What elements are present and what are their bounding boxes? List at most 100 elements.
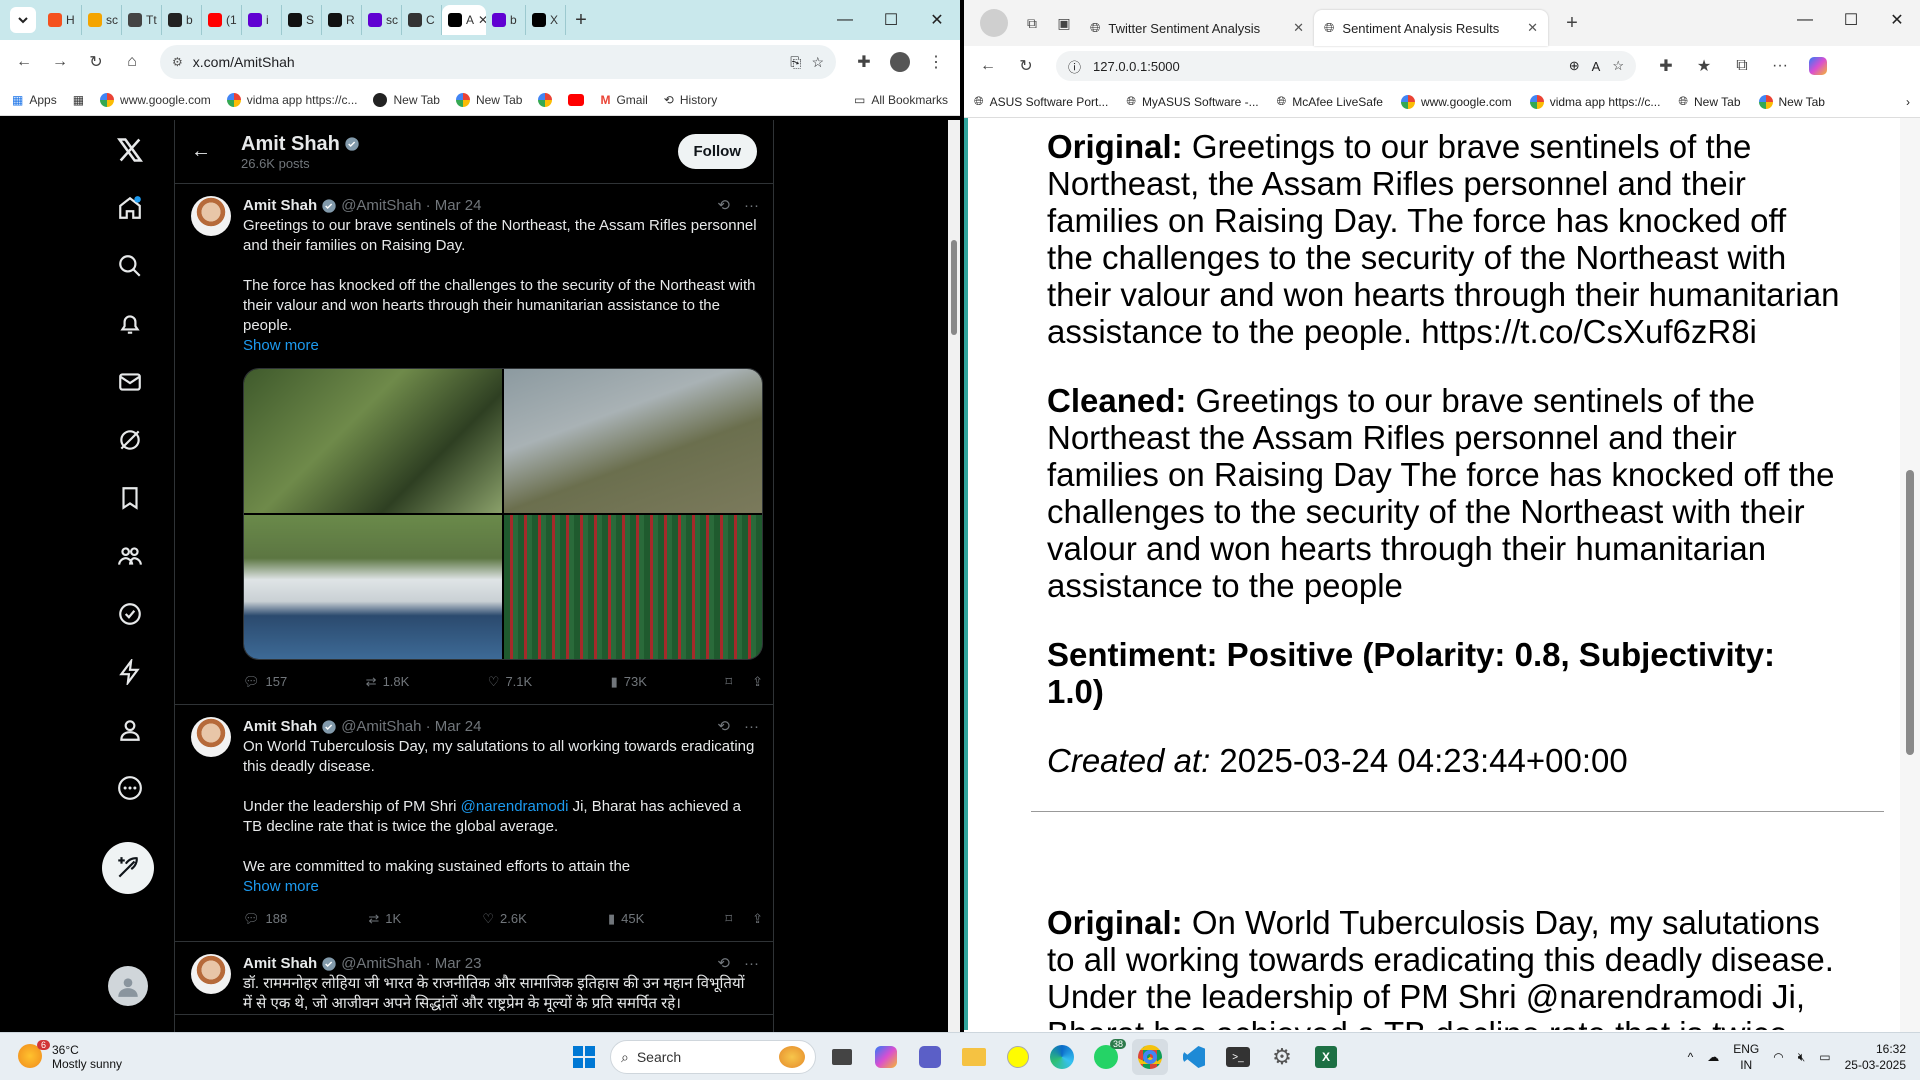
- mention-link[interactable]: @narendramodi: [461, 798, 569, 815]
- close-button[interactable]: ✕: [1874, 0, 1920, 40]
- reply-button[interactable]: 💬︎ 157: [243, 672, 287, 692]
- favorite-newtab-2[interactable]: New Tab: [1758, 94, 1825, 109]
- terminal-icon[interactable]: >_: [1220, 1039, 1256, 1075]
- language-indicator[interactable]: ENG IN: [1733, 1041, 1759, 1073]
- profile-icon[interactable]: [112, 712, 148, 748]
- zoom-icon[interactable]: ⊕: [1569, 58, 1580, 74]
- browser-tab[interactable]: A ✕: [442, 5, 486, 35]
- share-icon[interactable]: ⇪: [752, 909, 763, 929]
- tweet[interactable]: ⟲ ··· Amit Shah @AmitShah · Mar 24 Greeti…: [175, 184, 773, 705]
- browser-tab[interactable]: S: [282, 5, 322, 35]
- communities-icon[interactable]: [112, 538, 148, 574]
- page-scrollbar[interactable]: [948, 120, 960, 1032]
- x-logo-icon[interactable]: [112, 132, 148, 168]
- forward-button[interactable]: →: [44, 46, 76, 78]
- grok-icon[interactable]: ⟲: [717, 954, 730, 974]
- browser-tab[interactable]: (1: [202, 5, 242, 35]
- media-photo-urban[interactable]: [504, 369, 762, 513]
- verified-orgs-icon[interactable]: [112, 596, 148, 632]
- favorite-asus-software[interactable]: 🌐︎ ASUS Software Port...: [974, 94, 1108, 109]
- follow-button[interactable]: Follow: [677, 134, 757, 169]
- avatar[interactable]: [191, 196, 231, 236]
- tweet[interactable]: ⟲ ··· Amit Shah @AmitShah · Mar 24 On Wor…: [175, 705, 773, 942]
- share-icon[interactable]: ⇪: [752, 672, 763, 692]
- site-info-icon[interactable]: ⚙: [172, 55, 183, 69]
- bookmark-newtab-2[interactable]: New Tab: [455, 92, 522, 107]
- bookmark-icon[interactable]: ⌑: [725, 672, 732, 692]
- favorite-star-icon[interactable]: ☆: [1612, 58, 1624, 74]
- back-button[interactable]: ←: [8, 46, 40, 78]
- browser-tab[interactable]: X: [526, 5, 566, 35]
- bookmark-newtab-1[interactable]: New Tab: [373, 92, 440, 107]
- favorite-myasus[interactable]: 🌐︎ MyASUS Software -...: [1126, 94, 1258, 109]
- vscode-icon[interactable]: [1176, 1039, 1212, 1075]
- views-button[interactable]: ▮ 73K: [611, 672, 647, 692]
- tweet[interactable]: ⟲ ··· Amit Shah @AmitShah · Mar 23 डॉ. रा…: [175, 942, 773, 1015]
- author-handle-date[interactable]: @AmitShah · Mar 23: [341, 954, 481, 974]
- scrollbar-thumb[interactable]: [951, 240, 957, 335]
- tab-twitter-sentiment[interactable]: 🌐︎ Twitter Sentiment Analysis ✕: [1080, 10, 1314, 46]
- refresh-button[interactable]: ↻: [1010, 50, 1042, 82]
- favorite-newtab-1[interactable]: 🌐︎ New Tab: [1678, 94, 1740, 109]
- address-bar[interactable]: ⓘ 127.0.0.1:5000 ⊕ A ☆: [1056, 51, 1636, 81]
- bookmark-google[interactable]: www.google.com: [100, 92, 211, 107]
- profile-avatar[interactable]: [884, 46, 916, 78]
- more-icon[interactable]: [112, 770, 148, 806]
- page-scrollbar[interactable]: [1900, 118, 1920, 1032]
- bookmarks-icon[interactable]: [112, 480, 148, 516]
- snapchat-icon[interactable]: [1000, 1039, 1036, 1075]
- views-button[interactable]: ▮ 45K: [608, 909, 644, 929]
- task-view-icon[interactable]: [824, 1039, 860, 1075]
- browser-tab[interactable]: b: [162, 5, 202, 35]
- excel-icon[interactable]: X: [1308, 1039, 1344, 1075]
- favorite-mcafee[interactable]: 🌐︎ McAfee LiveSafe: [1277, 94, 1383, 109]
- extensions-icon[interactable]: ✚: [848, 46, 880, 78]
- avatar[interactable]: [191, 954, 231, 994]
- settings-icon[interactable]: ⚙: [1264, 1039, 1300, 1075]
- file-explorer-icon[interactable]: [956, 1039, 992, 1075]
- onedrive-icon[interactable]: ☁: [1707, 1050, 1719, 1064]
- browser-tab[interactable]: R: [322, 5, 362, 35]
- more-options-icon[interactable]: ···: [744, 954, 759, 974]
- copilot-icon[interactable]: [1802, 50, 1834, 82]
- read-aloud-icon[interactable]: A: [1592, 59, 1601, 74]
- bookmark-history[interactable]: ⟲ History: [664, 93, 717, 107]
- profile-avatar[interactable]: [980, 9, 1008, 37]
- edge-icon[interactable]: [1044, 1039, 1080, 1075]
- minimize-button[interactable]: —: [822, 0, 868, 40]
- tweet-media-grid[interactable]: [243, 368, 763, 660]
- browser-tab[interactable]: C: [402, 5, 442, 35]
- chrome-icon[interactable]: [1132, 1039, 1168, 1075]
- chevron-up-icon[interactable]: ^: [1688, 1050, 1694, 1064]
- speaker-muted-icon[interactable]: 🔇︎: [1798, 1050, 1806, 1065]
- workspaces-icon[interactable]: ⧉: [1016, 7, 1048, 39]
- tab-sentiment-results[interactable]: 🌐︎ Sentiment Analysis Results ✕: [1314, 10, 1548, 46]
- weather-widget[interactable]: 6 36°C Mostly sunny: [0, 1039, 300, 1071]
- author-handle-date[interactable]: @AmitShah · Mar 24: [341, 196, 481, 216]
- favorites-icon[interactable]: ★: [1688, 50, 1720, 82]
- close-tab-icon[interactable]: ✕: [478, 13, 486, 27]
- wifi-icon[interactable]: ◠: [1773, 1050, 1783, 1064]
- minimize-button[interactable]: —: [1782, 0, 1828, 40]
- bookmark-gmail[interactable]: M Gmail: [600, 93, 647, 107]
- favorite-google[interactable]: www.google.com: [1400, 94, 1512, 109]
- bookmark-apps[interactable]: ▦ Apps: [12, 93, 57, 107]
- media-photo-parade[interactable]: [504, 515, 762, 659]
- copilot-icon[interactable]: [868, 1039, 904, 1075]
- grok-icon[interactable]: ⟲: [717, 196, 730, 216]
- repost-button[interactable]: ⇄ 1K: [368, 909, 401, 929]
- lightning-icon[interactable]: [112, 654, 148, 690]
- extensions-icon[interactable]: ✚: [1650, 50, 1682, 82]
- reload-button[interactable]: ↻: [80, 46, 112, 78]
- menu-icon[interactable]: ···: [1764, 50, 1796, 82]
- taskbar-search[interactable]: ⌕ Search: [610, 1040, 816, 1074]
- like-button[interactable]: ♡ 2.6K: [482, 909, 526, 929]
- browser-tab[interactable]: i: [242, 5, 282, 35]
- home-button[interactable]: ⌂: [116, 46, 148, 78]
- close-tab-icon[interactable]: ✕: [1527, 20, 1538, 36]
- author-name[interactable]: Amit Shah: [243, 196, 317, 216]
- media-photo-boat[interactable]: [244, 515, 502, 659]
- new-tab-button[interactable]: +: [1556, 7, 1588, 39]
- browser-tab[interactable]: Tt: [122, 5, 162, 35]
- more-options-icon[interactable]: ···: [744, 196, 759, 216]
